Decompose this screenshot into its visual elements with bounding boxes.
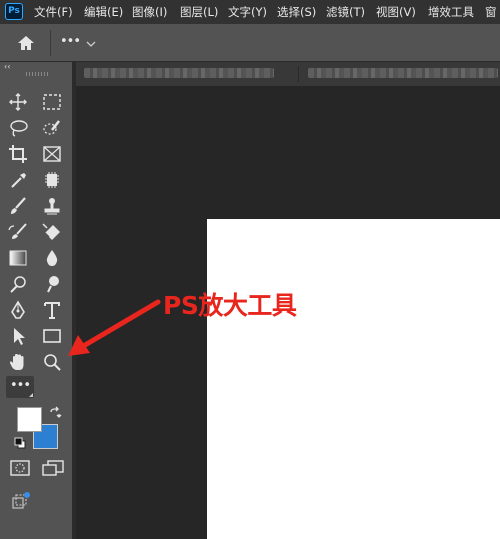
rectangular-marquee-icon bbox=[43, 94, 61, 110]
dodge-tool[interactable] bbox=[6, 273, 30, 295]
screen-mode-icon[interactable] bbox=[42, 460, 64, 476]
menu-edit[interactable]: 编辑(E) bbox=[84, 0, 123, 24]
default-colors-icon[interactable] bbox=[14, 437, 26, 449]
divider bbox=[50, 30, 51, 56]
menu-plugins[interactable]: 增效工具 bbox=[428, 0, 474, 24]
menu-filter[interactable]: 滤镜(T) bbox=[326, 0, 365, 24]
frame-tool[interactable] bbox=[40, 143, 64, 165]
menu-window[interactable]: 窗 bbox=[485, 0, 497, 24]
menu-type[interactable]: 文字(Y) bbox=[228, 0, 267, 24]
quick-mask-icon[interactable] bbox=[10, 460, 30, 476]
crop-icon bbox=[9, 145, 27, 163]
edit-toolbar-button[interactable]: ••• bbox=[6, 376, 34, 398]
menu-bar: Ps 文件(F) 编辑(E) 图像(I) 图层(L) 文字(Y) 选择(S) 滤… bbox=[0, 0, 500, 24]
move-icon bbox=[9, 93, 27, 111]
eraser-icon bbox=[42, 223, 60, 240]
frame-icon bbox=[43, 146, 61, 162]
annotation-label: PS放大工具 bbox=[163, 291, 297, 320]
brush-tool[interactable] bbox=[6, 195, 30, 217]
document-tab-2[interactable] bbox=[302, 62, 500, 86]
swap-colors-icon[interactable] bbox=[48, 406, 62, 420]
hand-tool[interactable] bbox=[6, 351, 30, 373]
lasso-tool[interactable] bbox=[6, 117, 30, 139]
gradient-tool[interactable] bbox=[6, 247, 30, 269]
path-selection-tool[interactable] bbox=[6, 325, 30, 347]
lasso-icon bbox=[10, 120, 28, 137]
menu-view[interactable]: 视图(V) bbox=[376, 0, 416, 24]
gradient-icon bbox=[9, 250, 27, 266]
blurred-tab-title bbox=[84, 68, 274, 78]
history-brush-tool[interactable] bbox=[6, 221, 30, 243]
spot-healing-tool[interactable] bbox=[40, 169, 64, 191]
menu-image[interactable]: 图像(I) bbox=[132, 0, 167, 24]
brush-icon bbox=[11, 197, 26, 214]
document-tab-bar bbox=[76, 62, 500, 86]
move-tool[interactable] bbox=[6, 91, 30, 113]
menu-select[interactable]: 选择(S) bbox=[277, 0, 316, 24]
red-arrow-icon bbox=[68, 299, 161, 356]
document-tab-1[interactable] bbox=[76, 62, 294, 86]
share-artboard-icon[interactable] bbox=[10, 491, 32, 511]
more-label: ••• bbox=[60, 34, 81, 49]
corner-triangle-icon bbox=[29, 393, 33, 397]
stamp-icon bbox=[44, 198, 60, 215]
home-button[interactable] bbox=[14, 32, 38, 54]
tab-divider bbox=[298, 66, 299, 82]
more-tools-label: ••• bbox=[10, 378, 31, 393]
panel-grip[interactable] bbox=[26, 72, 48, 76]
eraser-tool[interactable] bbox=[40, 221, 64, 243]
home-icon bbox=[18, 36, 34, 50]
quick-selection-icon bbox=[43, 120, 60, 135]
collapse-panel-icon[interactable]: ‹‹ bbox=[4, 62, 10, 71]
crop-tool[interactable] bbox=[6, 143, 30, 165]
hand-icon bbox=[10, 354, 24, 370]
pen-tool[interactable] bbox=[6, 299, 30, 321]
chip-icon bbox=[45, 172, 59, 188]
menu-file[interactable]: 文件(F) bbox=[34, 0, 73, 24]
arrow-cursor-icon bbox=[14, 328, 25, 345]
eyedropper-icon bbox=[11, 173, 26, 188]
blur-tool[interactable] bbox=[40, 247, 64, 269]
options-bar: ••• bbox=[0, 24, 500, 62]
quick-selection-tool[interactable] bbox=[40, 117, 64, 139]
pen-icon bbox=[11, 300, 25, 319]
eyedropper-tool[interactable] bbox=[6, 169, 30, 191]
document-canvas[interactable] bbox=[207, 219, 500, 539]
menu-layer[interactable]: 图层(L) bbox=[180, 0, 218, 24]
foreground-color-swatch[interactable] bbox=[17, 407, 42, 432]
blurred-tab-title bbox=[308, 68, 498, 78]
chevron-down-icon bbox=[86, 41, 96, 47]
more-options-button[interactable]: ••• bbox=[58, 32, 102, 54]
clone-stamp-tool[interactable] bbox=[40, 195, 64, 217]
history-brush-icon bbox=[8, 223, 27, 239]
dodge-icon bbox=[10, 276, 26, 293]
marquee-tool[interactable] bbox=[40, 91, 64, 113]
photoshop-logo-icon[interactable]: Ps bbox=[5, 3, 23, 20]
water-drop-icon bbox=[46, 250, 58, 266]
